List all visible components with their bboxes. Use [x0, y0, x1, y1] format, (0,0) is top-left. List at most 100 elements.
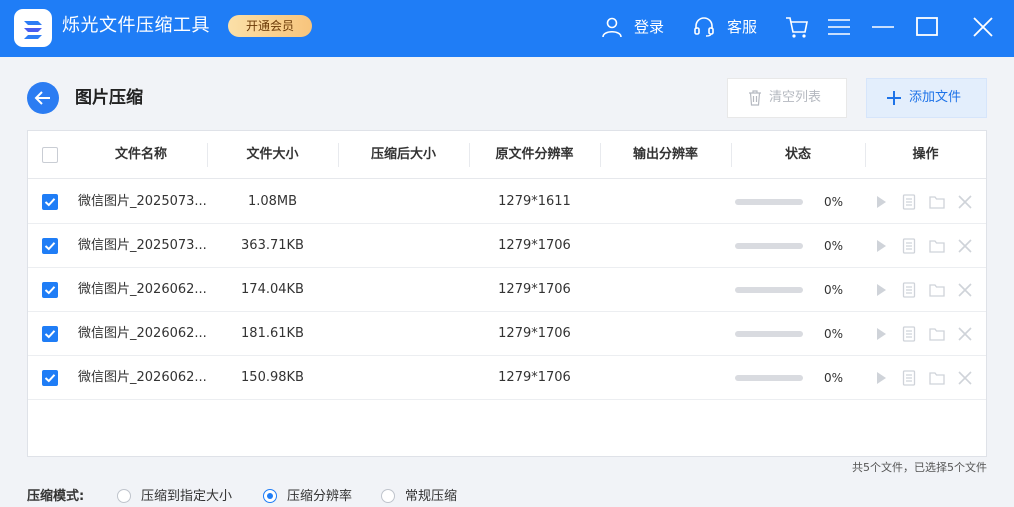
- col-file-name: 文件名称: [114, 147, 167, 162]
- headset-icon: [694, 17, 714, 37]
- file-name: 微信图片_2026062...: [78, 370, 207, 385]
- folder-icon[interactable]: [929, 282, 945, 298]
- document-icon[interactable]: [901, 194, 917, 210]
- close-icon[interactable]: [969, 13, 997, 41]
- arrow-left-icon: [34, 91, 50, 105]
- title-bar: 烁光文件压缩工具 开通会员 登录 客服: [0, 0, 1014, 57]
- radio-target-size-label[interactable]: 压缩到指定大小: [141, 488, 232, 506]
- check-icon: [44, 198, 56, 207]
- back-button[interactable]: [27, 82, 59, 114]
- check-icon: [44, 242, 56, 251]
- col-output-resolution: 输出分辨率: [632, 147, 698, 162]
- progress-bar: [735, 375, 803, 381]
- play-icon[interactable]: [873, 194, 889, 210]
- row-checkbox[interactable]: [42, 282, 58, 298]
- file-size: 363.71KB: [241, 238, 304, 253]
- radio-resolution-label[interactable]: 压缩分辨率: [287, 488, 352, 506]
- file-size: 174.04KB: [241, 282, 304, 297]
- select-all-checkbox[interactable]: [42, 147, 58, 163]
- output-resolution: [600, 268, 731, 312]
- vip-button[interactable]: 开通会员: [228, 15, 312, 37]
- original-resolution: 1279*1706: [498, 370, 571, 385]
- col-file-size: 文件大小: [246, 147, 299, 162]
- col-original-resolution: 原文件分辨率: [495, 147, 574, 162]
- customer-service-button[interactable]: 客服: [692, 13, 762, 41]
- add-file-button[interactable]: 添加文件: [866, 78, 987, 118]
- row-checkbox[interactable]: [42, 194, 58, 210]
- login-button[interactable]: 登录: [600, 13, 670, 41]
- document-icon[interactable]: [901, 370, 917, 386]
- user-icon: [602, 17, 622, 38]
- progress-bar: [735, 287, 803, 293]
- document-icon[interactable]: [901, 282, 917, 298]
- original-resolution: 1279*1706: [498, 282, 571, 297]
- file-name: 微信图片_2026062...: [78, 282, 207, 297]
- play-icon[interactable]: [873, 370, 889, 386]
- output-resolution: [600, 356, 731, 400]
- plus-icon: [887, 91, 901, 105]
- folder-icon[interactable]: [929, 326, 945, 342]
- trash-icon: [749, 90, 761, 106]
- radio-normal-label[interactable]: 常规压缩: [405, 488, 457, 506]
- file-size: 150.98KB: [241, 370, 304, 385]
- radio-resolution[interactable]: [263, 489, 277, 503]
- table-row[interactable]: 微信图片_2025073... 1.08MB 1279*1611 0%: [28, 180, 986, 224]
- row-checkbox[interactable]: [42, 326, 58, 342]
- maximize-icon[interactable]: [913, 13, 941, 41]
- add-file-label: 添加文件: [909, 90, 962, 105]
- check-icon: [44, 330, 56, 339]
- table-row[interactable]: 微信图片_2025073... 363.71KB 1279*1706 0%: [28, 224, 986, 268]
- delete-icon[interactable]: [957, 282, 973, 298]
- menu-icon[interactable]: [825, 13, 853, 41]
- table-row[interactable]: 微信图片_2026062... 174.04KB 1279*1706 0%: [28, 268, 986, 312]
- play-icon[interactable]: [873, 326, 889, 342]
- row-checkbox[interactable]: [42, 238, 58, 254]
- col-actions: 操作: [912, 147, 939, 162]
- delete-icon[interactable]: [957, 194, 973, 210]
- document-icon[interactable]: [901, 238, 917, 254]
- document-icon[interactable]: [901, 326, 917, 342]
- minimize-icon[interactable]: [869, 13, 897, 41]
- file-name: 微信图片_2026062...: [78, 326, 207, 341]
- compressed-size: [338, 356, 469, 400]
- col-status: 状态: [784, 147, 811, 162]
- app-logo-icon: [14, 9, 52, 47]
- compression-mode-label: 压缩模式:: [27, 489, 85, 504]
- row-checkbox[interactable]: [42, 370, 58, 386]
- compressed-size: [338, 268, 469, 312]
- progress-percent: 0%: [824, 283, 844, 297]
- clear-list-label: 清空列表: [769, 90, 822, 105]
- play-icon[interactable]: [873, 282, 889, 298]
- table-row[interactable]: 微信图片_2026062... 150.98KB 1279*1706 0%: [28, 356, 986, 400]
- progress-bar: [735, 331, 803, 337]
- output-resolution: [600, 312, 731, 356]
- col-compressed-size: 压缩后大小: [370, 147, 436, 162]
- folder-icon[interactable]: [929, 370, 945, 386]
- radio-target-size[interactable]: [117, 489, 131, 503]
- app-title: 烁光文件压缩工具: [62, 15, 210, 36]
- progress-bar: [735, 199, 803, 205]
- progress-percent: 0%: [824, 327, 844, 341]
- file-name: 微信图片_2025073...: [78, 194, 207, 209]
- folder-icon[interactable]: [929, 194, 945, 210]
- cart-icon[interactable]: [783, 13, 811, 41]
- table-header: 文件名称 文件大小 压缩后大小 原文件分辨率 输出分辨率 状态 操作: [28, 131, 986, 179]
- folder-icon[interactable]: [929, 238, 945, 254]
- compressed-size: [338, 224, 469, 268]
- customer-service-label: 客服: [727, 18, 758, 36]
- check-icon: [44, 374, 56, 383]
- file-size: 1.08MB: [247, 194, 298, 209]
- original-resolution: 1279*1706: [498, 238, 571, 253]
- compressed-size: [338, 312, 469, 356]
- clear-list-button[interactable]: 清空列表: [727, 78, 847, 118]
- delete-icon[interactable]: [957, 238, 973, 254]
- delete-icon[interactable]: [957, 370, 973, 386]
- check-icon: [44, 286, 56, 295]
- output-resolution: [600, 180, 731, 224]
- radio-normal[interactable]: [381, 489, 395, 503]
- play-icon[interactable]: [873, 238, 889, 254]
- file-name: 微信图片_2025073...: [78, 238, 207, 253]
- delete-icon[interactable]: [957, 326, 973, 342]
- table-row[interactable]: 微信图片_2026062... 181.61KB 1279*1706 0%: [28, 312, 986, 356]
- progress-percent: 0%: [824, 195, 844, 209]
